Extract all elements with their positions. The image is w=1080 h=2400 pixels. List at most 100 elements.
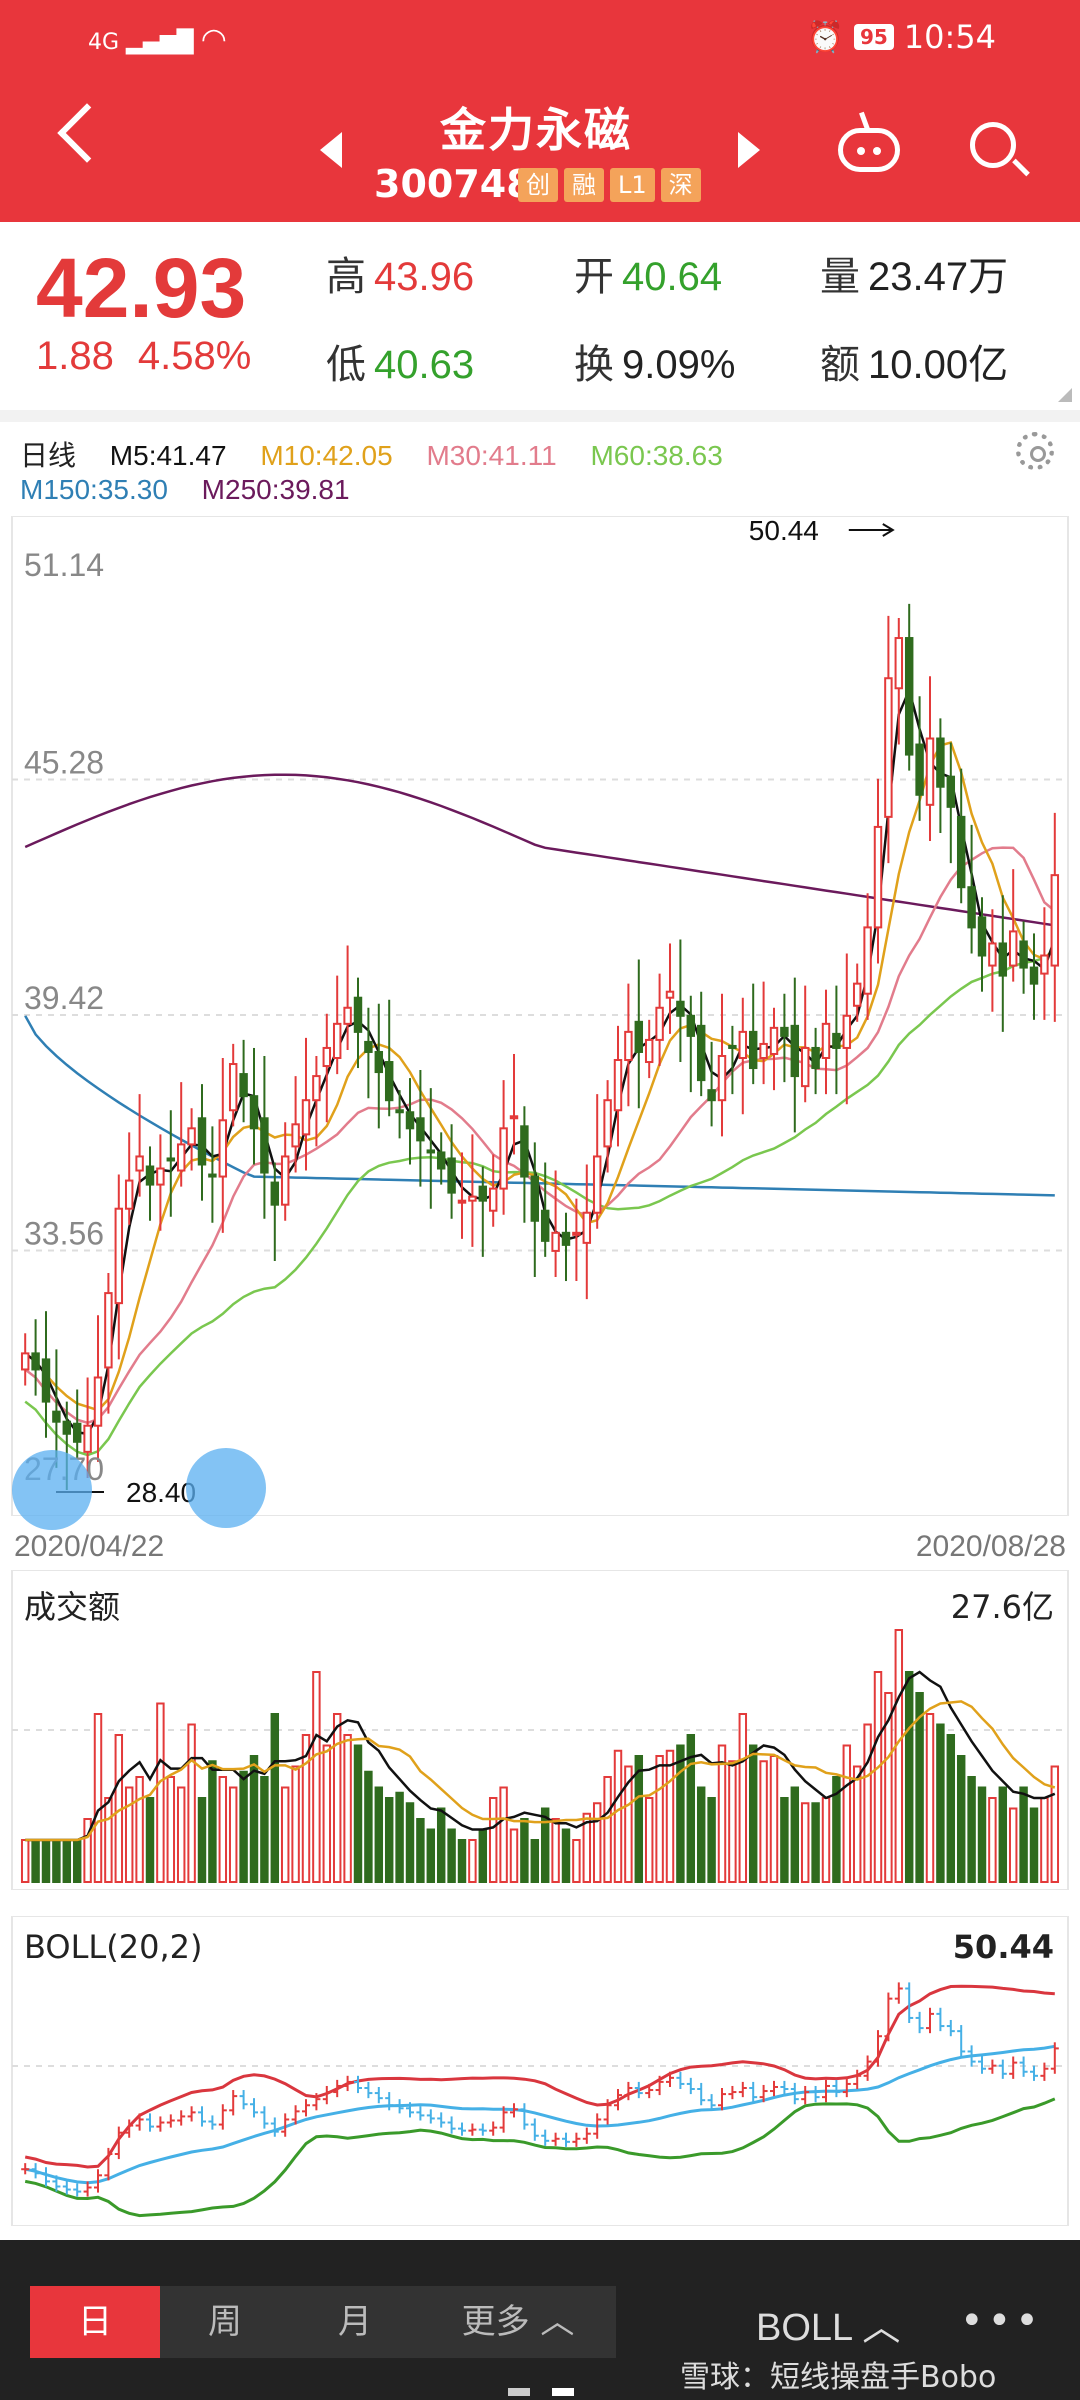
candle-body <box>52 1410 61 1423</box>
more-options-icon[interactable]: ••• <box>960 2298 1043 2344</box>
fullscreen-button[interactable] <box>186 1448 266 1528</box>
period-label[interactable]: 日线 <box>20 440 76 471</box>
candle-body <box>176 1143 186 1172</box>
high-label: 高 <box>326 255 366 299</box>
candle-body <box>20 1352 30 1371</box>
amount-bar <box>166 1776 176 1883</box>
amount-bar <box>520 1818 529 1883</box>
amount-bar <box>748 1744 758 1883</box>
candle-body <box>561 1231 571 1246</box>
candle-body <box>509 1115 519 1120</box>
candle-body <box>956 815 966 889</box>
amount-bar <box>416 1818 425 1883</box>
candle-body <box>717 1054 727 1102</box>
expand-corner-icon[interactable] <box>1058 388 1072 402</box>
candle-body <box>280 1155 290 1206</box>
amount-bar <box>31 1839 40 1883</box>
amount-bar <box>218 1776 228 1883</box>
candle-body <box>270 1181 280 1206</box>
search-icon[interactable] <box>970 122 1016 168</box>
candle-body <box>852 982 862 1007</box>
amount-bar <box>312 1671 321 1883</box>
candle-body <box>696 1024 706 1082</box>
candle-body <box>488 1187 498 1212</box>
ma10-value: M10:42.05 <box>260 440 393 471</box>
stock-name: 金力永磁 <box>440 103 632 157</box>
amount-bar <box>1050 1765 1060 1883</box>
tab-more[interactable]: 更多 ︿ <box>420 2286 616 2358</box>
prev-stock-icon[interactable] <box>320 132 342 168</box>
candle-body <box>260 1117 269 1174</box>
open-label: 开 <box>574 255 614 299</box>
turnover-stat: 换 9.09% <box>574 332 735 390</box>
amount-bar <box>644 1797 654 1883</box>
candle-body <box>832 1032 841 1049</box>
tag-rong: 融 <box>564 168 604 202</box>
date-end: 2020/08/28 <box>915 1530 1066 1563</box>
amount-bar <box>104 1797 113 1883</box>
candle-body <box>728 1044 737 1049</box>
amount-bar <box>187 1723 196 1883</box>
amount-bar <box>395 1791 404 1883</box>
amount-bar <box>842 1744 852 1883</box>
tag-l1: L1 <box>610 168 655 202</box>
robot-assistant-icon[interactable] <box>838 128 900 172</box>
amount-bar <box>655 1755 664 1883</box>
tab-month[interactable]: 月 <box>290 2286 420 2358</box>
amount-bar <box>790 1786 800 1883</box>
candle-body <box>124 1179 134 1210</box>
amount-bar <box>270 1713 280 1883</box>
candle-body <box>343 1006 352 1025</box>
clock: 10:54 <box>903 18 996 56</box>
candle-body <box>218 1119 228 1178</box>
candle-body <box>998 942 1008 977</box>
amount-bar <box>592 1802 602 1883</box>
candle-body <box>436 1151 446 1170</box>
ma10-line <box>24 740 1056 1412</box>
turnover-value: 9.09% <box>622 343 736 387</box>
candle-body <box>1040 954 1049 975</box>
scroll-left-button[interactable] <box>12 1450 92 1530</box>
candle-body <box>936 737 945 788</box>
tab-week[interactable]: 周 <box>160 2286 290 2358</box>
amount-bar <box>665 1749 675 1883</box>
candle-body <box>208 1173 217 1178</box>
amount-bar <box>925 1713 935 1883</box>
indicator-selector[interactable]: BOLL ︿ <box>756 2296 900 2351</box>
wifi-icon: ◠ <box>200 22 227 57</box>
back-icon[interactable] <box>57 103 117 163</box>
next-stock-icon[interactable] <box>738 132 760 168</box>
amount-bar <box>322 1744 332 1883</box>
amount-bar <box>405 1802 415 1883</box>
amount-bar <box>696 1786 706 1883</box>
candle-body <box>72 1422 82 1443</box>
amount-bar <box>20 1839 30 1883</box>
low-value: 40.63 <box>374 343 475 387</box>
candle-body <box>301 1099 311 1136</box>
candle-body <box>582 1211 592 1244</box>
candle-body <box>946 775 956 808</box>
stock-code: 300748 <box>374 162 533 206</box>
candle-body <box>603 1099 612 1148</box>
candle-body <box>447 1157 456 1194</box>
amount-bar <box>894 1629 904 1883</box>
amount-bar <box>93 1713 103 1883</box>
amount-bar <box>780 1797 789 1883</box>
candlestick-chart[interactable]: 51.1445.2839.4233.5627.7050.4428.40 <box>0 516 1080 1516</box>
quote-panel: 42.93 1.88 4.58% 高 43.96 开 40.64 量 23.47万 低4… <box>0 222 1080 410</box>
gear-icon[interactable] <box>1016 432 1054 470</box>
candle-body <box>800 1046 810 1088</box>
candle-body <box>499 1127 508 1190</box>
amount-bar <box>811 1802 820 1883</box>
amount-bar <box>873 1671 883 1883</box>
amount-bar <box>717 1744 727 1883</box>
ma5-value: M5:41.47 <box>109 440 227 471</box>
candle-body <box>291 1123 300 1148</box>
ma60-value: M60:38.63 <box>590 440 723 471</box>
amount-bar <box>145 1797 155 1883</box>
candle-body <box>322 1046 332 1068</box>
amount-chart[interactable] <box>0 1570 1080 1890</box>
tab-day[interactable]: 日 <box>30 2286 160 2358</box>
amount-max-value: 27.6亿 <box>950 1588 1054 1626</box>
amount-bar <box>280 1786 290 1883</box>
